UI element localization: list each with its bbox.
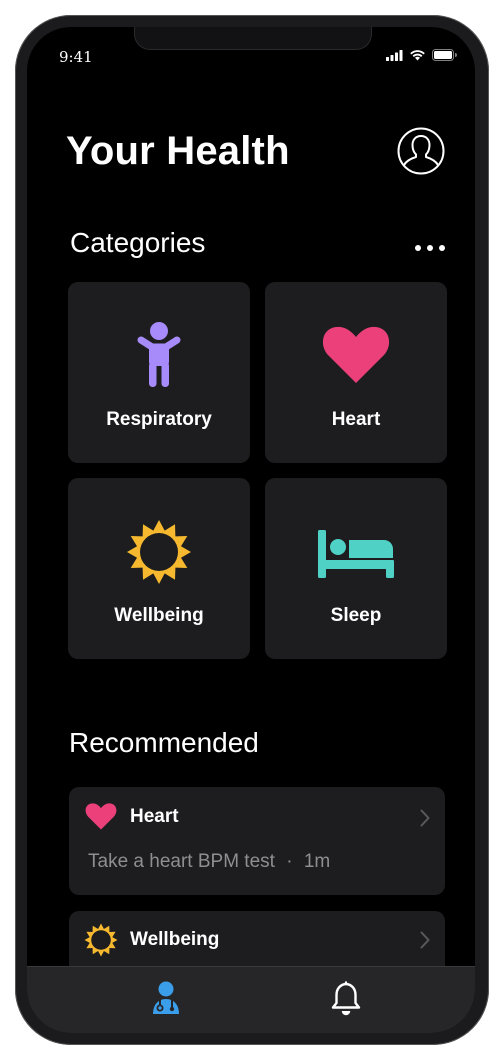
person-icon <box>137 322 181 387</box>
status-icons <box>386 49 457 61</box>
category-label: Respiratory <box>106 409 212 430</box>
category-label: Sleep <box>330 605 382 626</box>
cellular-signal-icon <box>386 49 403 61</box>
more-options-button[interactable] <box>415 243 445 253</box>
recommended-title: Heart <box>130 806 179 827</box>
bed-icon <box>318 530 394 578</box>
category-card-sleep[interactable]: Sleep <box>265 478 447 659</box>
recommended-duration: 1m <box>303 851 331 872</box>
screen: 9:41 Your Health Categories Respiratory … <box>27 27 475 1033</box>
profile-avatar-icon[interactable] <box>397 127 445 175</box>
recommended-title: Wellbeing <box>130 929 220 950</box>
recommended-item-heart[interactable]: Heart Take a heart BPM test · 1m <box>69 787 445 895</box>
dot <box>427 245 433 251</box>
status-time: 9:41 <box>59 48 93 66</box>
chevron-right-icon <box>420 931 430 949</box>
wifi-icon <box>410 50 425 61</box>
heart-icon <box>322 326 390 383</box>
page-title: Your Health <box>66 129 290 173</box>
recommended-subtitle: Take a heart BPM test · 1m <box>88 851 330 873</box>
category-card-heart[interactable]: Heart <box>265 282 447 463</box>
sun-icon <box>127 520 191 584</box>
dot <box>415 245 421 251</box>
separator-dot: · <box>286 851 293 872</box>
sun-icon <box>84 923 118 957</box>
chevron-right-icon <box>420 809 430 827</box>
category-card-wellbeing[interactable]: Wellbeing <box>68 478 250 659</box>
category-card-respiratory[interactable]: Respiratory <box>68 282 250 463</box>
battery-icon <box>432 49 457 61</box>
category-label: Heart <box>331 409 381 430</box>
heart-icon <box>85 803 117 830</box>
doctor-icon[interactable] <box>151 981 181 1015</box>
bell-icon[interactable] <box>330 980 362 1016</box>
recommended-heading: Recommended <box>69 727 259 758</box>
notch <box>134 27 372 50</box>
categories-heading: Categories <box>70 227 206 258</box>
category-label: Wellbeing <box>114 605 204 626</box>
tab-bar <box>27 966 475 1033</box>
dot <box>439 245 445 251</box>
recommended-subtitle-text: Take a heart BPM test <box>88 851 275 872</box>
